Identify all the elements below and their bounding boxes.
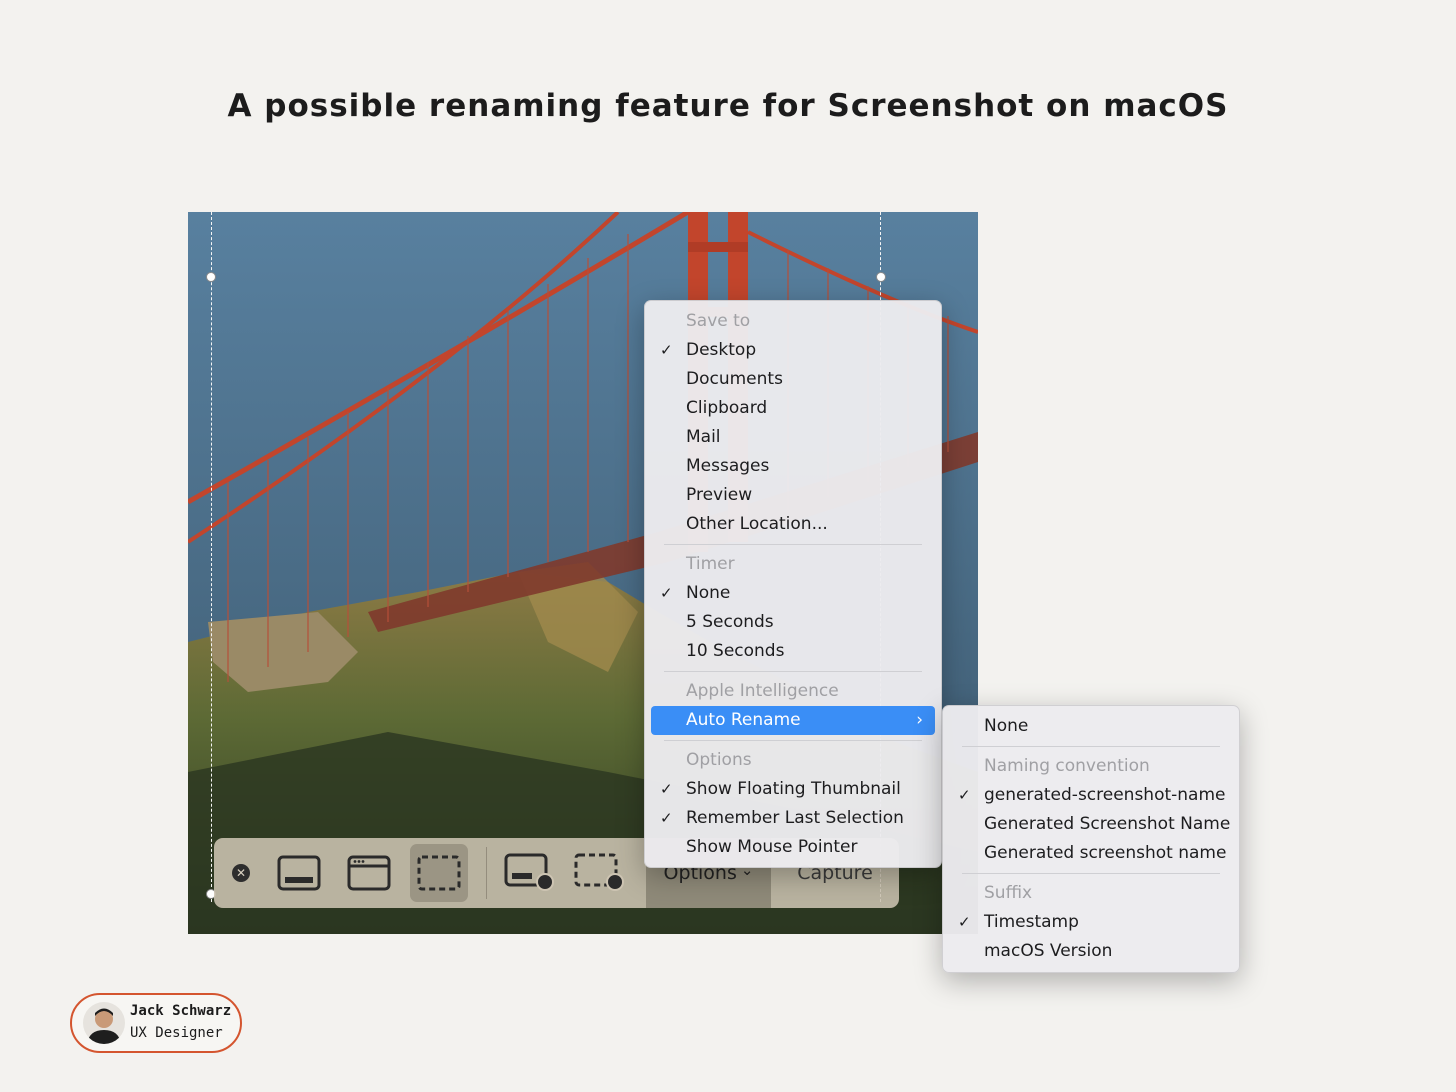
page-title: A possible renaming feature for Screensh… (227, 88, 1229, 124)
submenu-item-title-case[interactable]: Generated Screenshot Name (949, 810, 1233, 839)
capture-entire-screen-icon (277, 855, 321, 891)
capture-selection-icon (417, 855, 461, 891)
menu-separator (962, 746, 1220, 747)
auto-rename-submenu: None Naming convention ✓ generated-screen… (942, 705, 1240, 973)
menu-item-remember-last-selection[interactable]: ✓ Remember Last Selection (651, 804, 935, 833)
menu-item-auto-rename[interactable]: Auto Rename › (651, 706, 935, 735)
submenu-header-naming-convention: Naming convention (984, 756, 1150, 776)
avatar (83, 1002, 125, 1044)
options-menu: Save to ✓ Desktop Documents Clipboard Mai… (644, 300, 942, 868)
capture-selection-button[interactable] (410, 844, 468, 902)
toolbar-divider (486, 847, 487, 899)
chevron-right-icon: › (916, 710, 923, 730)
menu-item-documents[interactable]: Documents (651, 365, 935, 394)
author-badge: Jack Schwarz UX Designer (70, 993, 242, 1053)
menu-item-clipboard[interactable]: Clipboard (651, 394, 935, 423)
menu-separator (664, 544, 922, 545)
selection-handle-top-right[interactable] (876, 272, 886, 282)
capture-window-icon (347, 855, 391, 891)
capture-entire-screen-button[interactable] (270, 844, 328, 902)
menu-item-show-mouse-pointer[interactable]: Show Mouse Pointer (651, 833, 935, 862)
checkmark-icon: ✓ (958, 786, 971, 804)
menu-item-timer-none[interactable]: ✓ None (651, 579, 935, 608)
capture-window-button[interactable] (340, 844, 398, 902)
submenu-item-timestamp[interactable]: ✓ Timestamp (949, 908, 1233, 937)
submenu-item-none[interactable]: None (949, 712, 1233, 741)
menu-item-timer-5-seconds[interactable]: 5 Seconds (651, 608, 935, 637)
author-role: UX Designer (130, 1025, 223, 1041)
selection-handle-top-left[interactable] (206, 272, 216, 282)
checkmark-icon: ✓ (958, 913, 971, 931)
record-selection-button[interactable] (571, 844, 629, 902)
checkmark-icon: ✓ (660, 341, 673, 359)
submenu-item-kebab-case[interactable]: ✓ generated-screenshot-name (949, 781, 1233, 810)
menu-separator (664, 671, 922, 672)
menu-item-desktop[interactable]: ✓ Desktop (651, 336, 935, 365)
submenu-item-macos-version[interactable]: macOS Version (949, 937, 1233, 966)
menu-separator (664, 740, 922, 741)
record-selection-icon (574, 853, 624, 891)
menu-separator (962, 873, 1220, 874)
menu-header-options: Options (686, 750, 752, 770)
submenu-header-suffix: Suffix (984, 883, 1033, 903)
menu-header-timer: Timer (686, 554, 735, 574)
menu-header-apple-intelligence: Apple Intelligence (686, 681, 839, 701)
menu-item-messages[interactable]: Messages (651, 452, 935, 481)
menu-item-mail[interactable]: Mail (651, 423, 935, 452)
checkmark-icon: ✓ (660, 780, 673, 798)
checkmark-icon: ✓ (660, 809, 673, 827)
record-entire-screen-icon (504, 853, 554, 891)
menu-item-show-floating-thumbnail[interactable]: ✓ Show Floating Thumbnail (651, 775, 935, 804)
record-entire-screen-button[interactable] (501, 844, 559, 902)
author-name: Jack Schwarz (130, 1003, 232, 1019)
menu-item-other-location[interactable]: Other Location... (651, 510, 935, 539)
menu-header-save-to: Save to (686, 311, 751, 331)
menu-item-timer-10-seconds[interactable]: 10 Seconds (651, 637, 935, 666)
avatar-portrait-icon (87, 1008, 121, 1044)
checkmark-icon: ✓ (660, 584, 673, 602)
submenu-item-sentence-case[interactable]: Generated screenshot name (949, 839, 1233, 868)
close-icon[interactable]: ✕ (232, 864, 250, 882)
menu-item-preview[interactable]: Preview (651, 481, 935, 510)
